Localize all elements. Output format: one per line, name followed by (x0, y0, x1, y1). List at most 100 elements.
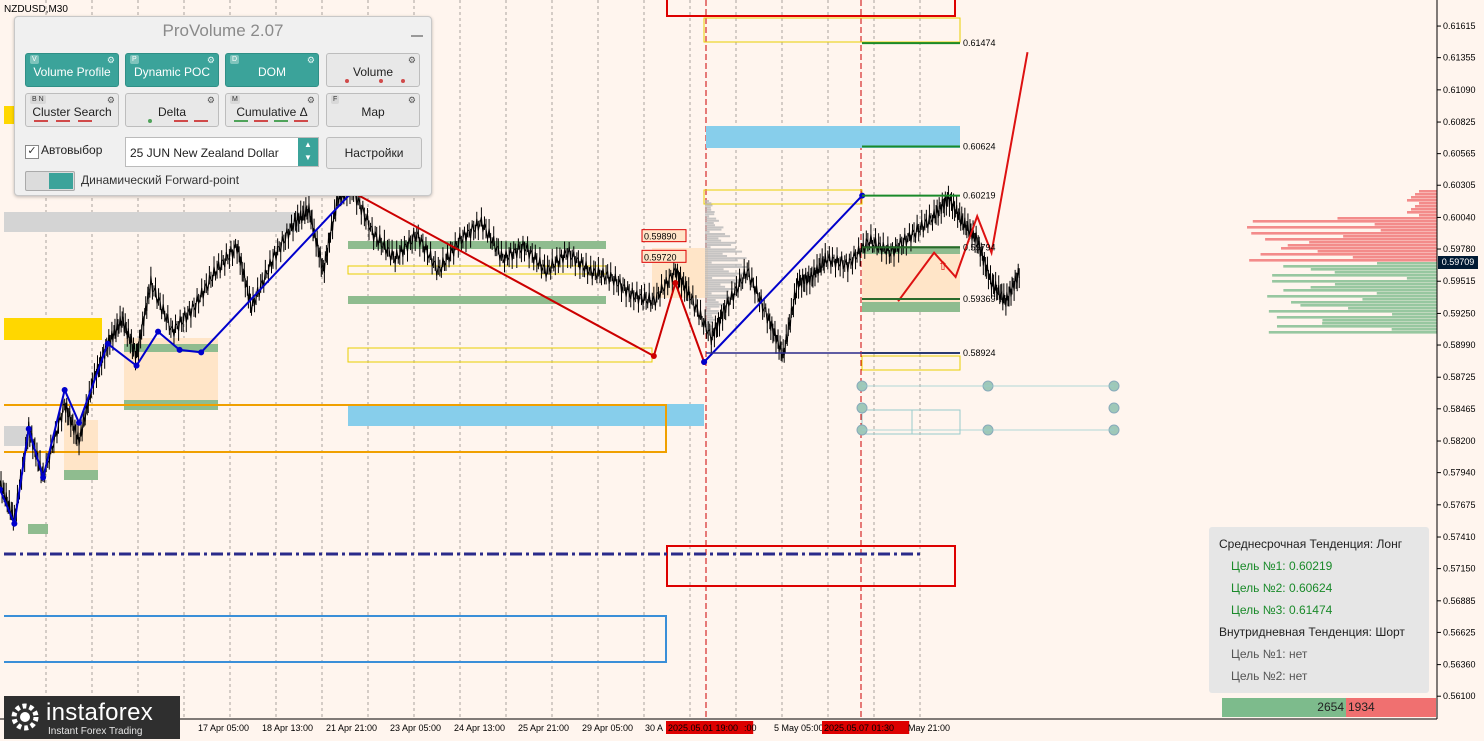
profile-bar (1322, 319, 1437, 322)
profile-bar (1407, 199, 1437, 202)
fib-node (1108, 402, 1120, 414)
gear-icon[interactable]: ⚙ (307, 55, 315, 65)
forward-point-toggle[interactable] (25, 171, 75, 191)
profile-bar (1272, 274, 1437, 277)
session-profile-bar (705, 235, 731, 238)
volume-band (348, 241, 606, 249)
profile-bar (1277, 325, 1437, 328)
instrument-select[interactable]: 25 JUN New Zealand Dollar ▲ ▼ (125, 137, 319, 167)
medium-term-trend: Среднесрочная Тенденция: Лонг (1219, 537, 1403, 551)
session-profile-bar (705, 296, 730, 299)
dynamic-poc-button[interactable]: P ⚙ Dynamic POC (125, 53, 219, 87)
axis-tick-label: 0.60565 (1443, 149, 1476, 159)
profile-bar (1300, 304, 1437, 307)
profile-bar (1419, 214, 1437, 217)
volume-button[interactable]: ⚙ Volume (326, 53, 420, 87)
indicator-dash (78, 120, 92, 122)
session-profile-bar (705, 244, 732, 246)
session-profile-bar (705, 272, 748, 275)
gear-icon[interactable]: ⚙ (107, 55, 115, 65)
indicator-dot (345, 79, 349, 83)
gear-icon[interactable]: ⚙ (107, 95, 115, 105)
auto-select-checkbox[interactable]: ✓ (25, 145, 39, 159)
cumulative-delta-button[interactable]: M ⚙ Cumulative Δ (225, 93, 319, 127)
profile-bar (1251, 232, 1437, 235)
up-arrow-icon: ⇧ (938, 259, 948, 273)
delta-button[interactable]: ⚙ Delta (125, 93, 219, 127)
session-profile-bar (705, 226, 724, 229)
gear-icon[interactable]: ⚙ (207, 55, 215, 65)
dom-button[interactable]: D ⚙ DOM (225, 53, 319, 87)
gear-icon[interactable]: ⚙ (307, 95, 315, 105)
forward-point-label: Динамический Forward-point (81, 173, 240, 187)
session-profile-bar (705, 222, 714, 224)
indicator-dash (254, 120, 268, 122)
level-label: 0.60219 (963, 191, 996, 201)
profile-bar (1411, 196, 1437, 199)
session-profile-bar (705, 252, 723, 255)
profile-bar (1411, 208, 1437, 211)
settings-button[interactable]: Настройки (326, 137, 422, 169)
time-label: 25 Apr 21:00 (518, 723, 569, 733)
price-axis: 0.61615 0.61355 0.61090 0.60825 0.60565 0.603… (1436, 0, 1476, 719)
spinner-arrows-icon[interactable]: ▲ ▼ (298, 138, 318, 166)
session-profile-bar (705, 283, 721, 286)
time-label: 18 Apr 13:00 (262, 723, 313, 733)
profile-bar (1260, 253, 1437, 256)
profile-bar (1392, 313, 1437, 316)
gear-icon[interactable]: ⚙ (408, 55, 416, 65)
cluster-search-button[interactable]: B N ⚙ Cluster Search (25, 93, 119, 127)
axis-tick-label: 0.56360 (1443, 660, 1476, 670)
logo-name: instaforex (46, 699, 154, 726)
session-profile-bar (705, 239, 722, 242)
intraday-target-2: Цель №2: нет (1231, 669, 1308, 683)
session-profile-bar (705, 274, 737, 277)
indicator-dash (34, 120, 48, 122)
provolume-panel[interactable]: ProVolume 2.07 V ⚙ Volume Profile P ⚙ Dy… (14, 16, 432, 196)
zigzag-blue-node (11, 520, 18, 527)
session-profile-bar (705, 213, 715, 216)
volume-band (348, 296, 606, 304)
profile-bar (1337, 217, 1437, 220)
gear-icon[interactable]: ⚙ (207, 95, 215, 105)
time-axis: 17 Apr 05:00 18 Apr 13:00 21 Apr 21:00 23 A… (0, 718, 1437, 734)
indicator-dot (401, 79, 405, 83)
volume-profile-button[interactable]: V ⚙ Volume Profile (25, 53, 119, 87)
profile-bar (1291, 301, 1437, 304)
session-profile-bar (705, 314, 712, 317)
intraday-target-1: Цель №1: нет (1231, 647, 1308, 661)
session-profile-bar (705, 246, 711, 249)
axis-tick-label: 0.57675 (1443, 500, 1476, 510)
zigzag-blue-node (104, 340, 111, 347)
level-label: 0.59369 (963, 294, 996, 304)
session-profile-bar (705, 285, 726, 288)
gear-icon[interactable]: ⚙ (408, 95, 416, 105)
profile-bar (1252, 220, 1437, 223)
buy-volume: 2654 (1222, 698, 1346, 717)
target-3: Цель №3: 0.61474 (1231, 603, 1333, 617)
zigzag-blue-node (61, 386, 68, 393)
button-label: Cumulative Δ (236, 105, 308, 119)
session-profile-bar (705, 288, 739, 290)
profile-bar (1334, 271, 1437, 274)
map-button[interactable]: F ⚙ Map (326, 93, 420, 127)
profile-bar (1276, 316, 1437, 319)
profile-bar (1406, 277, 1437, 280)
session-profile-bar (705, 261, 712, 264)
level-label: 0.61474 (963, 38, 996, 48)
axis-tick-label: 0.58465 (1443, 404, 1476, 414)
minimize-icon[interactable] (411, 25, 423, 37)
profile-bar (1374, 223, 1437, 226)
level-label: 0.59794 (963, 242, 996, 252)
session-profile-bar (705, 200, 709, 202)
zigzag-red-node (672, 280, 679, 287)
hotkey-badge: M (230, 95, 240, 104)
profile-bar (1310, 286, 1437, 289)
indicator-dash (274, 120, 288, 122)
axis-tick-label: 0.60825 (1443, 117, 1476, 127)
axis-tick-label: 0.60305 (1443, 180, 1476, 190)
level-label: 0.58924 (963, 348, 996, 358)
session-profile-bar (705, 268, 724, 271)
axis-tick-label: 0.56885 (1443, 596, 1476, 606)
profile-bar (1322, 322, 1437, 325)
